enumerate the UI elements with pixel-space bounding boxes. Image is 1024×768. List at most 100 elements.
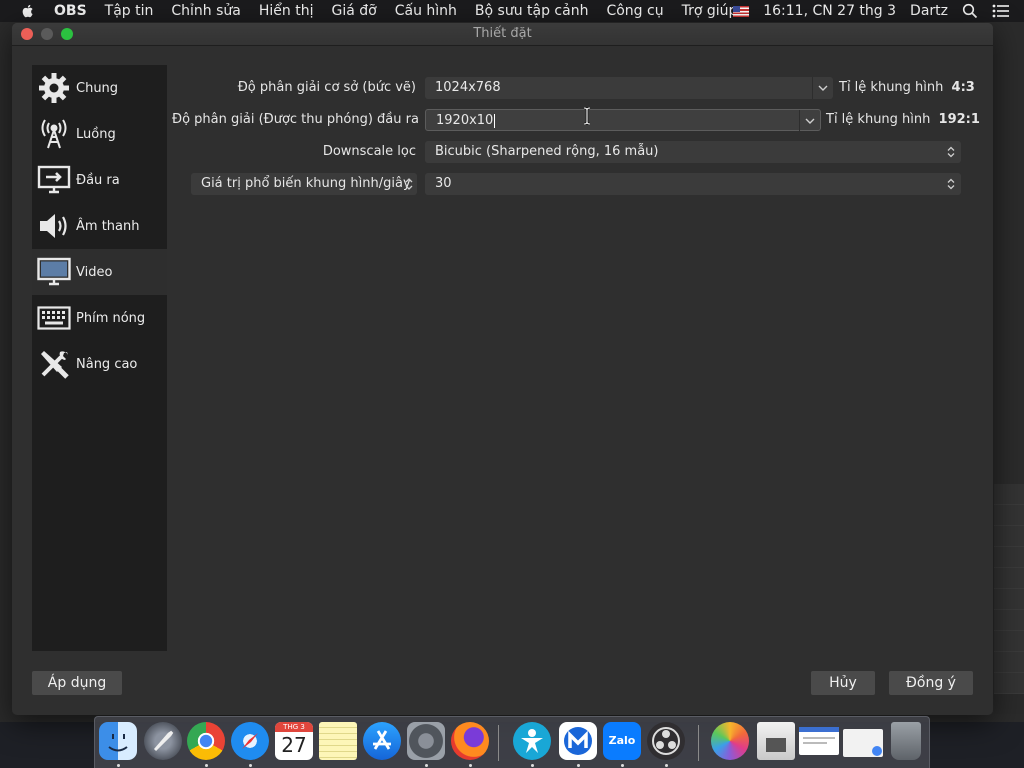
- running-indicator: [425, 764, 428, 767]
- sidebar-item-label: Đầu ra: [76, 172, 120, 188]
- chrome-icon[interactable]: [187, 722, 225, 760]
- dock-separator: [498, 725, 499, 761]
- running-indicator: [665, 764, 668, 767]
- running-indicator: [117, 764, 120, 767]
- sidebar-item-label: Chung: [76, 80, 119, 96]
- safari-icon[interactable]: [231, 722, 269, 760]
- photos-icon[interactable]: [711, 722, 749, 760]
- calendar-day: 27: [281, 733, 307, 757]
- menu-tools[interactable]: Công cụ: [606, 3, 663, 19]
- window-titlebar[interactable]: Thiết đặt: [12, 23, 993, 46]
- cancel-button[interactable]: Hủy: [811, 671, 875, 695]
- tools-icon: [37, 347, 71, 381]
- app-store-icon[interactable]: [363, 722, 401, 760]
- settings-window: Thiết đặt Chung Luồng Đầu ra Âm thanh Vi…: [12, 23, 993, 715]
- malwarebytes-icon[interactable]: [559, 722, 597, 760]
- output-monitor-icon: [37, 163, 71, 197]
- fps-type-select[interactable]: Giá trị phổ biến khung hình/giây: [191, 173, 417, 195]
- text-cursor-icon: [583, 107, 591, 125]
- running-indicator: [205, 764, 208, 767]
- base-aspect-ratio: Tỉ lệ khung hình 4:3: [839, 77, 975, 99]
- background-window-panel: [994, 484, 1024, 714]
- ok-button[interactable]: Đồng ý: [889, 671, 973, 695]
- text-caret: [494, 113, 496, 128]
- downscale-filter-value: Bicubic (Sharpened rộng, 16 mẫu): [435, 144, 659, 159]
- menu-scene-collection[interactable]: Bộ sưu tập cảnh: [475, 3, 589, 19]
- calendar-month: THG 3: [275, 722, 313, 732]
- fps-value-select[interactable]: 30: [425, 173, 961, 195]
- menu-clock[interactable]: 16:11, CN 27 thg 3: [763, 3, 896, 19]
- sidebar-item-video[interactable]: Video: [32, 249, 167, 295]
- zalo-icon[interactable]: Zalo: [603, 722, 641, 760]
- settings-sidebar: Chung Luồng Đầu ra Âm thanh Video Phím n…: [32, 65, 167, 651]
- calendar-icon[interactable]: THG 3 27: [275, 722, 313, 760]
- chevron-down-icon[interactable]: [799, 110, 820, 132]
- fps-type-value: Giá trị phổ biến khung hình/giây: [201, 176, 411, 191]
- downscale-filter-label: Downscale lọc: [322, 144, 416, 159]
- sidebar-item-label: Luồng: [76, 126, 116, 142]
- base-resolution-combobox[interactable]: 1024x768: [425, 77, 833, 99]
- menu-app-name[interactable]: OBS: [54, 3, 87, 19]
- output-resolution-value: 1920x10: [436, 113, 494, 128]
- chrome-window-icon[interactable]: [843, 729, 883, 757]
- finder-icon[interactable]: [99, 722, 137, 760]
- sidebar-item-label: Video: [76, 264, 113, 280]
- trash-icon[interactable]: [891, 722, 921, 760]
- updown-chevron-icon[interactable]: [941, 141, 961, 163]
- base-resolution-value: 1024x768: [435, 80, 501, 95]
- teamviewer-icon[interactable]: [513, 722, 551, 760]
- base-aspect-ratio-label: Tỉ lệ khung hình: [839, 80, 944, 95]
- output-aspect-ratio-label: Tỉ lệ khung hình: [826, 112, 931, 127]
- menu-edit[interactable]: Chỉnh sửa: [171, 3, 240, 19]
- output-resolution-combobox[interactable]: 1920x10: [425, 109, 821, 132]
- sidebar-item-hotkeys[interactable]: Phím nóng: [32, 295, 167, 341]
- output-resolution-label: Độ phân giải (Được thu phóng) đầu ra: [172, 112, 419, 127]
- downscale-filter-select[interactable]: Bicubic (Sharpened rộng, 16 mẫu): [425, 141, 961, 163]
- obs-icon[interactable]: [647, 722, 685, 760]
- sidebar-item-output[interactable]: Đầu ra: [32, 157, 167, 203]
- window-title: Thiết đặt: [473, 26, 532, 41]
- launchpad-icon[interactable]: [144, 722, 182, 760]
- menu-bar: OBS Tập tin Chỉnh sửa Hiển thị Giá đỡ Cấ…: [0, 0, 1024, 22]
- firefox-icon[interactable]: [451, 722, 489, 760]
- base-aspect-ratio-value: 4:3: [951, 80, 975, 95]
- document-icon[interactable]: [799, 727, 839, 755]
- menu-docks[interactable]: Giá đỡ: [331, 3, 376, 19]
- sidebar-item-stream[interactable]: Luồng: [32, 111, 167, 157]
- apple-logo-icon[interactable]: [20, 3, 36, 19]
- menu-view[interactable]: Hiển thị: [259, 3, 314, 19]
- menu-help[interactable]: Trợ giúp: [682, 3, 738, 19]
- sidebar-item-label: Phím nóng: [76, 310, 146, 326]
- sidebar-item-label: Nâng cao: [76, 356, 138, 372]
- fps-value: 30: [435, 176, 452, 191]
- sidebar-item-advanced[interactable]: Nâng cao: [32, 341, 167, 387]
- output-aspect-ratio-value: 192:1: [938, 112, 980, 127]
- dock: THG 3 27 Zalo: [94, 716, 930, 768]
- apply-button[interactable]: Áp dụng: [32, 671, 122, 695]
- menu-user[interactable]: Dartz: [910, 3, 948, 19]
- menu-profile[interactable]: Cấu hình: [395, 3, 457, 19]
- system-preferences-icon[interactable]: [407, 722, 445, 760]
- notes-icon[interactable]: [319, 722, 357, 760]
- updown-chevron-icon[interactable]: [941, 173, 961, 195]
- gear-icon: [37, 71, 71, 105]
- base-resolution-label: Độ phân giải cơ sở (bức vẽ): [237, 80, 416, 95]
- output-aspect-ratio: Tỉ lệ khung hình 192:1: [826, 109, 980, 131]
- sidebar-item-audio[interactable]: Âm thanh: [32, 203, 167, 249]
- dock-separator: [698, 725, 699, 761]
- speaker-icon: [37, 209, 71, 243]
- updown-chevron-icon: [405, 173, 413, 203]
- us-flag-icon[interactable]: [733, 5, 750, 17]
- chevron-down-icon[interactable]: [812, 77, 833, 99]
- monitor-icon: [37, 255, 71, 289]
- control-center-icon[interactable]: [992, 4, 1010, 18]
- keyboard-icon: [37, 301, 71, 335]
- menu-file[interactable]: Tập tin: [105, 3, 154, 19]
- spotlight-search-icon[interactable]: [962, 3, 978, 19]
- broadcast-antenna-icon: [37, 117, 71, 151]
- running-indicator: [621, 764, 624, 767]
- sidebar-item-general[interactable]: Chung: [32, 65, 167, 111]
- preview-icon[interactable]: [757, 722, 795, 760]
- running-indicator: [577, 764, 580, 767]
- running-indicator: [249, 764, 252, 767]
